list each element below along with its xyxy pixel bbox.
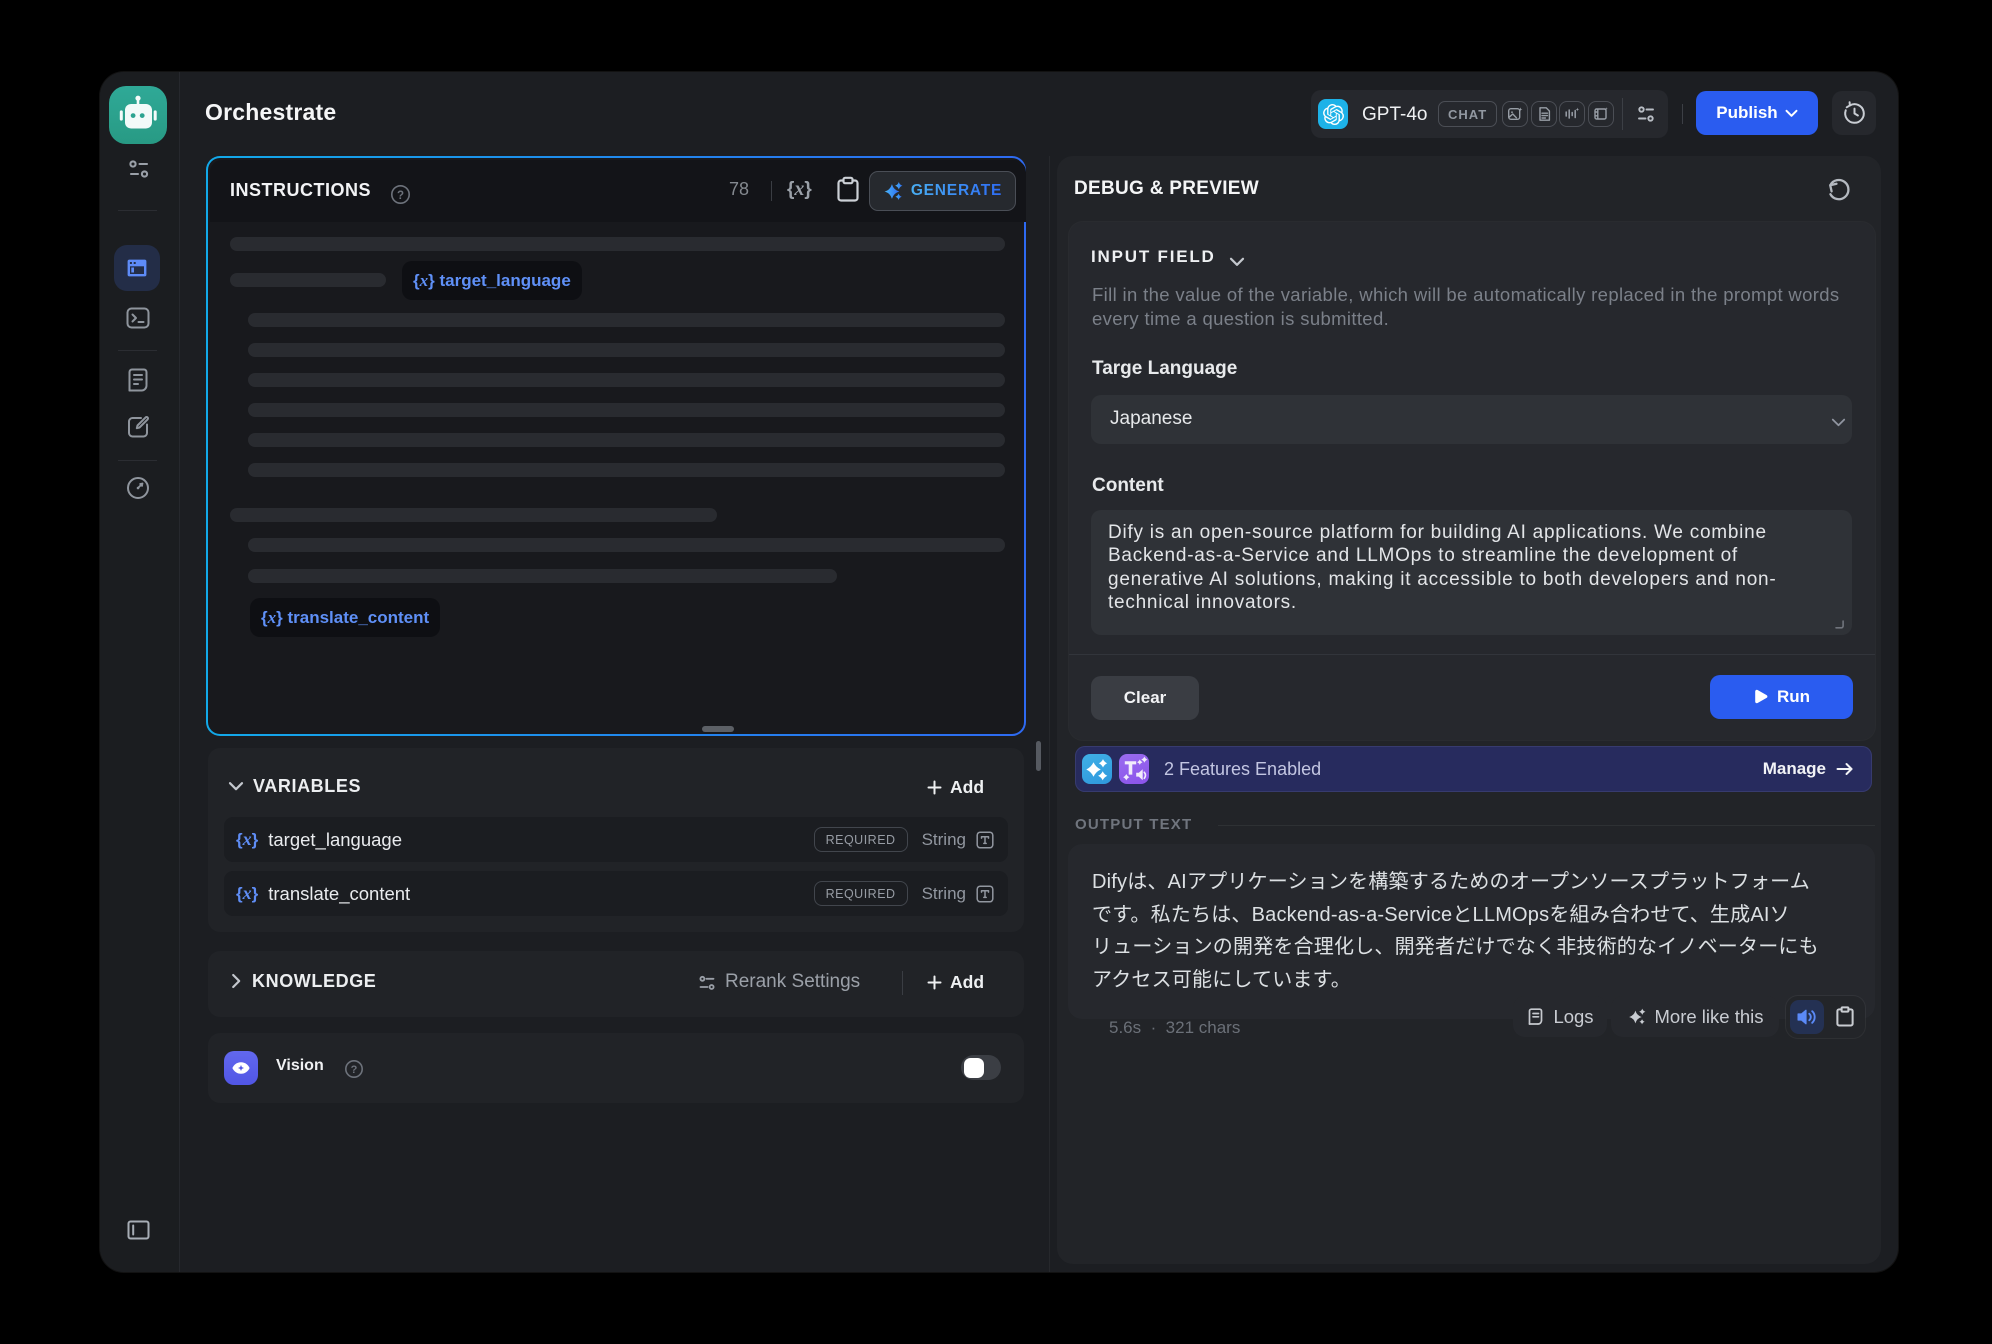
svg-text:?: ?	[351, 1064, 358, 1076]
svg-text:?: ?	[397, 190, 404, 202]
